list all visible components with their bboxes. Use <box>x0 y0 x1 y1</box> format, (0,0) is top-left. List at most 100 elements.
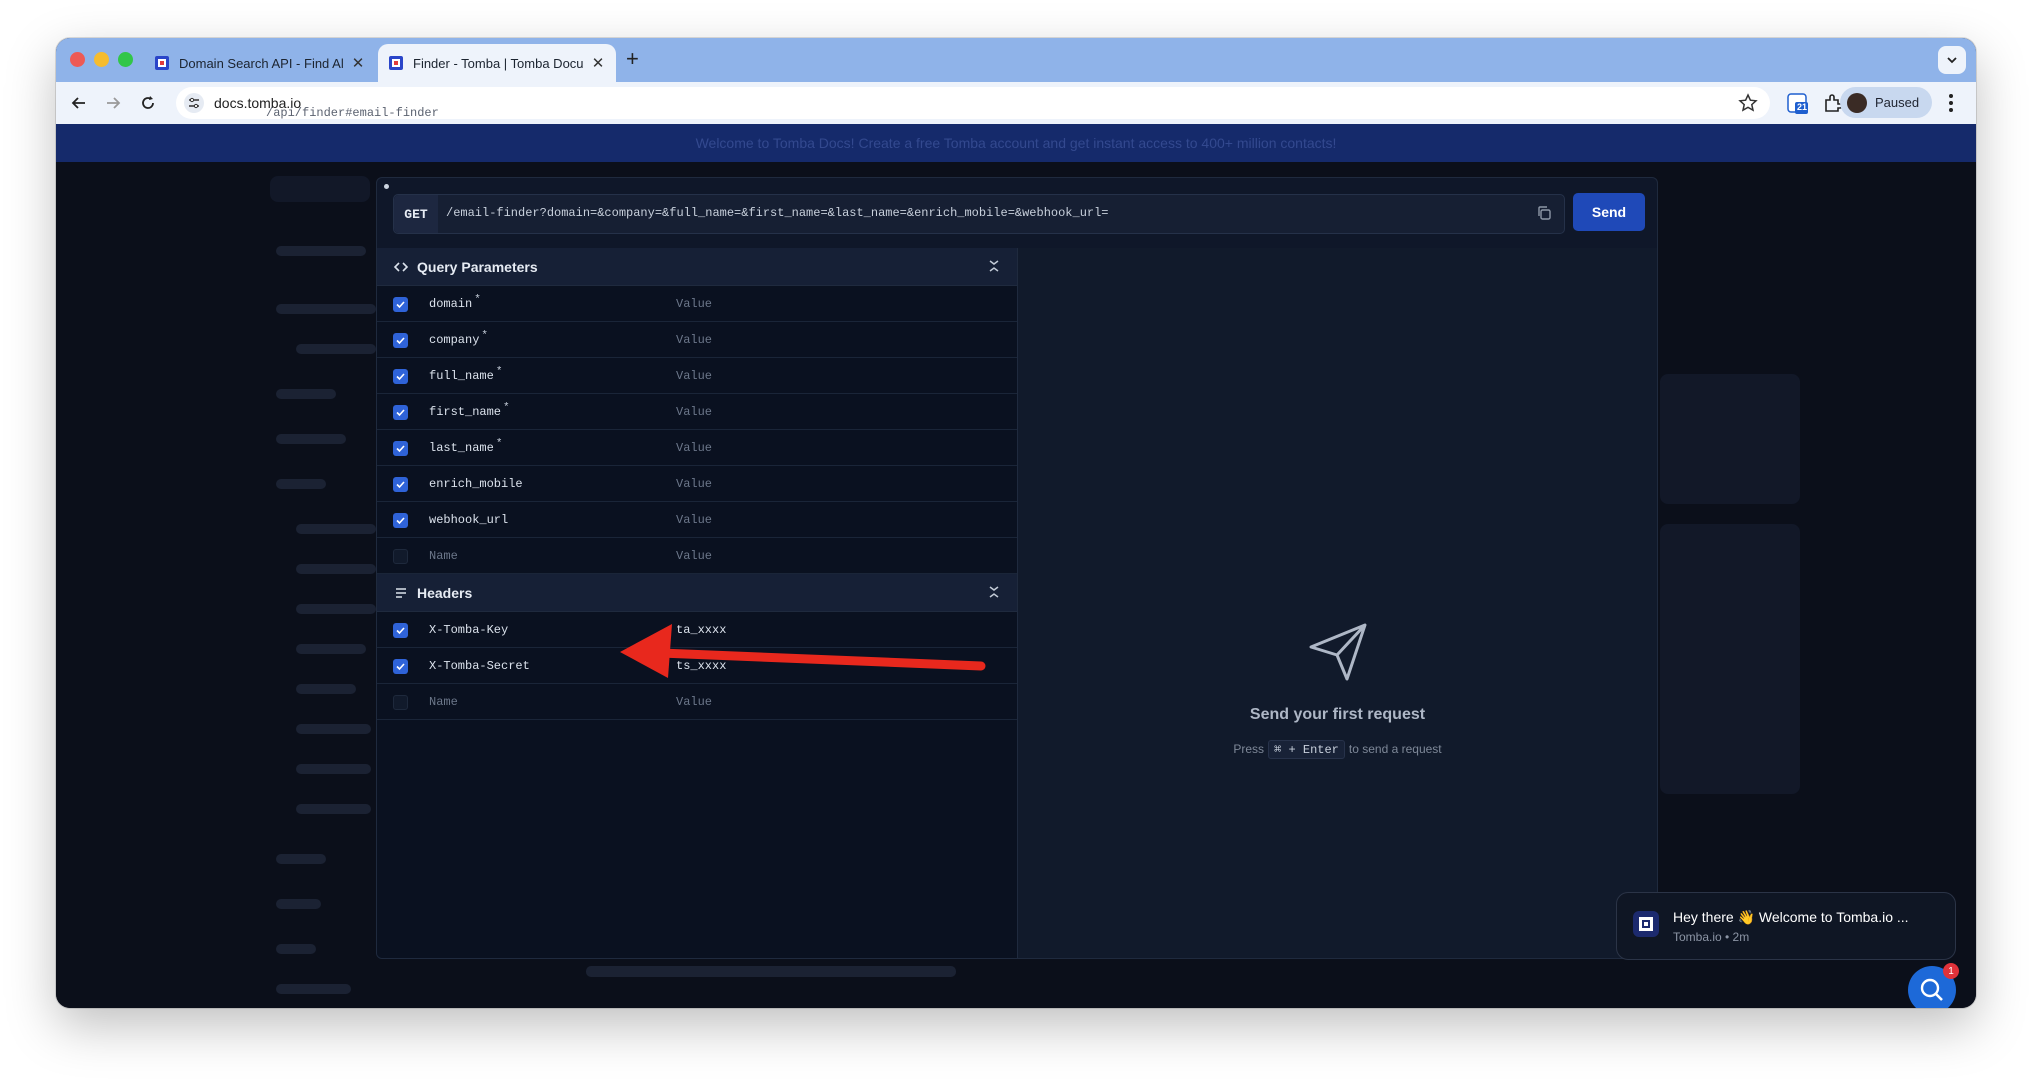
url-text: docs.tomba.io/api/finder#email-finder <box>214 95 439 120</box>
param-value-input[interactable]: Value <box>676 333 712 347</box>
hint-text: to send a request <box>1348 742 1442 756</box>
param-checkbox[interactable] <box>393 549 408 564</box>
more-menu-icon[interactable] <box>1948 93 1954 113</box>
hint-text: Press <box>1233 742 1265 756</box>
send-button[interactable]: Send <box>1573 193 1645 231</box>
param-checkbox[interactable] <box>393 405 408 420</box>
param-value-input[interactable]: Value <box>676 549 712 563</box>
sidebar-placeholder <box>296 564 376 574</box>
query-param-new-row: Name Value <box>377 538 1017 574</box>
header-value-input[interactable]: Value <box>676 695 712 709</box>
param-checkbox[interactable] <box>393 369 408 384</box>
page-content: Welcome to Tomba Docs! Create a free Tom… <box>56 124 1976 1008</box>
maximize-window-button[interactable] <box>118 52 133 67</box>
query-param-row-domain: domain * Value <box>377 286 1017 322</box>
param-checkbox[interactable] <box>393 513 408 528</box>
param-checkbox[interactable] <box>393 297 408 312</box>
paper-plane-icon <box>1309 623 1366 681</box>
close-window-button[interactable] <box>70 52 85 67</box>
address-bar[interactable]: docs.tomba.io/api/finder#email-finder <box>176 87 1770 120</box>
browser-tab-finder[interactable]: Finder - Tomba | Tomba Docu ✕ <box>378 44 616 82</box>
chevron-down-icon <box>1947 57 1957 64</box>
copy-icon[interactable] <box>1536 205 1552 221</box>
param-name-text: webhook_url <box>429 513 509 527</box>
param-name[interactable]: last_name * <box>429 438 502 455</box>
sidebar-placeholder <box>296 604 376 614</box>
param-value-input[interactable]: Value <box>676 297 712 311</box>
notification-meta: Tomba.io • 2m <box>1673 930 1750 944</box>
param-name[interactable]: first_name * <box>429 402 510 419</box>
tomba-favicon-icon <box>389 56 403 70</box>
check-icon <box>396 517 405 525</box>
back-button[interactable] <box>68 92 90 114</box>
headers-header[interactable]: Headers <box>377 574 1017 612</box>
collapse-icon[interactable] <box>987 259 1001 273</box>
list-icon <box>393 585 409 601</box>
sidebar-placeholder <box>296 684 356 694</box>
header-checkbox[interactable] <box>393 659 408 674</box>
http-method[interactable]: GET <box>394 195 438 233</box>
param-value-input[interactable]: Value <box>676 441 712 455</box>
close-tab-icon[interactable]: ✕ <box>350 54 366 72</box>
param-value-input[interactable]: Value <box>676 513 712 527</box>
query-param-row-first-name: first_name * Value <box>377 394 1017 430</box>
announcement-banner: Welcome to Tomba Docs! Create a free Tom… <box>56 124 1976 162</box>
response-panel: Send your first request Press ⌘ + Enter to… <box>1018 248 1657 958</box>
query-param-row-full-name: full_name * Value <box>377 358 1017 394</box>
tab-search-button[interactable] <box>1938 46 1966 74</box>
sidebar-placeholder <box>296 644 366 654</box>
profile-status: Paused <box>1875 95 1920 110</box>
browser-window: Domain Search API - Find All ✕ Finder - … <box>56 38 1976 1008</box>
param-checkbox[interactable] <box>393 441 408 456</box>
reload-button[interactable] <box>137 92 159 114</box>
request-path[interactable]: /email-finder?domain=&company=&full_name… <box>446 206 1109 220</box>
annotation-arrow-icon <box>620 624 986 678</box>
header-name[interactable]: X-Tomba-Key <box>429 623 508 637</box>
minimize-window-button[interactable] <box>94 52 109 67</box>
param-name[interactable]: enrich_mobile <box>429 477 525 491</box>
site-settings-icon[interactable] <box>184 93 204 113</box>
content-placeholder <box>586 966 956 977</box>
notification-message: Hey there 👋 Welcome to Tomba.io ... <box>1673 909 1909 925</box>
forward-button[interactable] <box>102 92 124 114</box>
check-icon <box>396 445 405 453</box>
header-name-input[interactable]: Name <box>429 695 458 709</box>
header-checkbox[interactable] <box>393 695 408 710</box>
param-checkbox[interactable] <box>393 477 408 492</box>
query-parameters-header[interactable]: Query Parameters <box>377 248 1017 286</box>
sidebar-placeholder <box>276 984 351 994</box>
param-name[interactable]: webhook_url <box>429 513 510 527</box>
tomba-logo-icon <box>1633 911 1659 937</box>
avatar <box>1847 92 1867 113</box>
collapse-icon[interactable] <box>987 585 1001 599</box>
tab-strip: Domain Search API - Find All ✕ Finder - … <box>56 38 1976 82</box>
param-name-input[interactable]: Name <box>429 549 458 563</box>
sidebar-placeholder <box>276 304 376 314</box>
param-name[interactable]: domain * <box>429 294 481 311</box>
sidebar-placeholder <box>276 434 346 444</box>
param-value-input[interactable]: Value <box>676 477 712 491</box>
bookmark-star-icon[interactable] <box>1738 93 1758 113</box>
param-name-text: enrich_mobile <box>429 477 523 491</box>
header-name[interactable]: X-Tomba-Secret <box>429 659 530 673</box>
new-tab-button[interactable]: + <box>626 46 639 72</box>
param-name[interactable]: company * <box>429 330 488 347</box>
check-icon <box>396 663 405 671</box>
param-value-input[interactable]: Value <box>676 369 712 383</box>
param-name[interactable]: full_name * <box>429 366 502 383</box>
param-value-input[interactable]: Value <box>676 405 712 419</box>
api-playground-modal: GET /email-finder?domain=&company=&full_… <box>376 177 1658 959</box>
chat-notification[interactable]: Hey there 👋 Welcome to Tomba.io ... Tomb… <box>1616 892 1956 960</box>
code-brackets-icon <box>393 259 409 275</box>
chat-launcher-button[interactable]: 1 <box>1908 963 1959 1008</box>
sidebar-placeholder <box>276 899 321 909</box>
profile-button[interactable]: Paused <box>1840 87 1932 118</box>
close-tab-icon[interactable]: ✕ <box>590 54 606 72</box>
arrow-left-icon <box>71 97 85 109</box>
calendar-extension-icon[interactable]: 21 <box>1786 92 1808 114</box>
sidebar-placeholder <box>296 344 376 354</box>
browser-tab-domain-search[interactable]: Domain Search API - Find All ✕ <box>144 44 376 82</box>
param-name-text: domain <box>429 297 473 311</box>
param-checkbox[interactable] <box>393 333 408 348</box>
header-checkbox[interactable] <box>393 623 408 638</box>
